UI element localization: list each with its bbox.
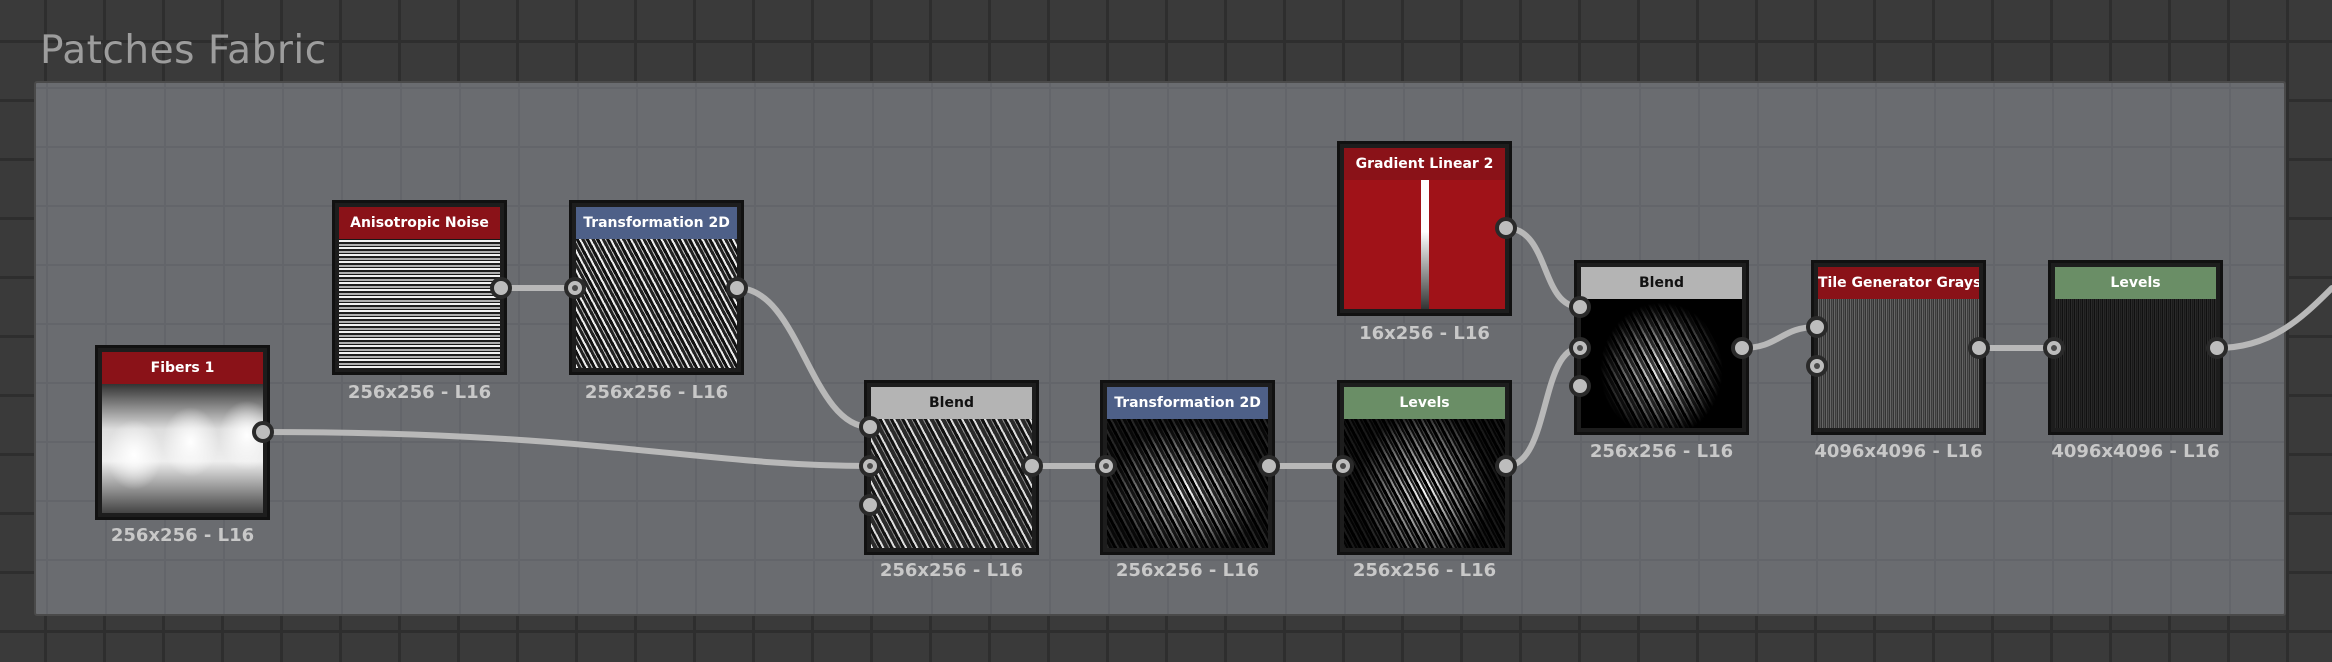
node-title: Transformation 2D (576, 207, 737, 239)
output-port[interactable] (1495, 455, 1517, 477)
node-thumbnail (1107, 419, 1268, 548)
input-port[interactable] (564, 277, 586, 299)
input-port[interactable] (1806, 355, 1828, 377)
node-blend[interactable]: Blend (864, 380, 1039, 555)
node-title: Blend (1581, 267, 1742, 299)
node-tile-generator[interactable]: Tile Generator Grayscale (1811, 260, 1986, 435)
node-title: Blend (871, 387, 1032, 419)
input-port-background[interactable] (859, 455, 881, 477)
node-title: Transformation 2D (1107, 387, 1268, 419)
output-port[interactable] (726, 277, 748, 299)
node-transformation-2d[interactable]: Transformation 2D (569, 200, 744, 375)
node-gradient-linear[interactable]: Gradient Linear 2 (1337, 141, 1512, 316)
input-port-mask[interactable] (1569, 375, 1591, 397)
input-port-mask[interactable] (859, 494, 881, 516)
node-resolution: 4096x4096 - L16 (1814, 441, 1983, 462)
input-port-foreground[interactable] (859, 416, 881, 438)
node-thumbnail (102, 384, 263, 513)
node-levels[interactable]: Levels (2048, 260, 2223, 435)
input-port-background[interactable] (1569, 337, 1591, 359)
output-port[interactable] (1021, 455, 1043, 477)
node-title: Gradient Linear 2 (1344, 148, 1505, 180)
node-resolution: 256x256 - L16 (879, 560, 1024, 581)
input-port[interactable] (1806, 316, 1828, 338)
node-fibers[interactable]: Fibers 1 (95, 345, 270, 520)
output-port[interactable] (1731, 337, 1753, 359)
node-resolution: 256x256 - L16 (1115, 560, 1260, 581)
output-port[interactable] (490, 277, 512, 299)
node-transformation-2d[interactable]: Transformation 2D (1100, 380, 1275, 555)
node-thumbnail (2055, 299, 2216, 428)
output-port[interactable] (1968, 337, 1990, 359)
node-resolution: 4096x4096 - L16 (2051, 441, 2220, 462)
node-thumbnail (339, 239, 500, 368)
node-blend[interactable]: Blend (1574, 260, 1749, 435)
node-resolution: 256x256 - L16 (584, 382, 729, 403)
output-port[interactable] (2206, 337, 2228, 359)
node-levels[interactable]: Levels (1337, 380, 1512, 555)
node-thumbnail (1344, 419, 1505, 548)
node-thumbnail (576, 239, 737, 368)
node-title: Levels (1344, 387, 1505, 419)
node-thumbnail (871, 419, 1032, 548)
node-resolution: 256x256 - L16 (110, 525, 255, 546)
node-title: Levels (2055, 267, 2216, 299)
output-port[interactable] (1495, 217, 1517, 239)
node-resolution: 256x256 - L16 (1589, 441, 1734, 462)
node-title: Anisotropic Noise (339, 207, 500, 239)
node-thumbnail (1344, 180, 1505, 309)
node-resolution: 256x256 - L16 (1352, 560, 1497, 581)
node-title: Fibers 1 (102, 352, 263, 384)
output-port[interactable] (1258, 455, 1280, 477)
node-thumbnail (1581, 299, 1742, 428)
input-port[interactable] (1095, 455, 1117, 477)
node-anisotropic-noise[interactable]: Anisotropic Noise (332, 200, 507, 375)
frame-title: Patches Fabric (40, 28, 327, 73)
node-thumbnail (1818, 299, 1979, 428)
input-port[interactable] (2043, 337, 2065, 359)
node-title: Tile Generator Grayscale (1818, 267, 1979, 299)
input-port[interactable] (1332, 455, 1354, 477)
input-port-foreground[interactable] (1569, 296, 1591, 318)
node-resolution: 256x256 - L16 (347, 382, 492, 403)
node-resolution: 16x256 - L16 (1359, 323, 1490, 344)
output-port[interactable] (252, 421, 274, 443)
